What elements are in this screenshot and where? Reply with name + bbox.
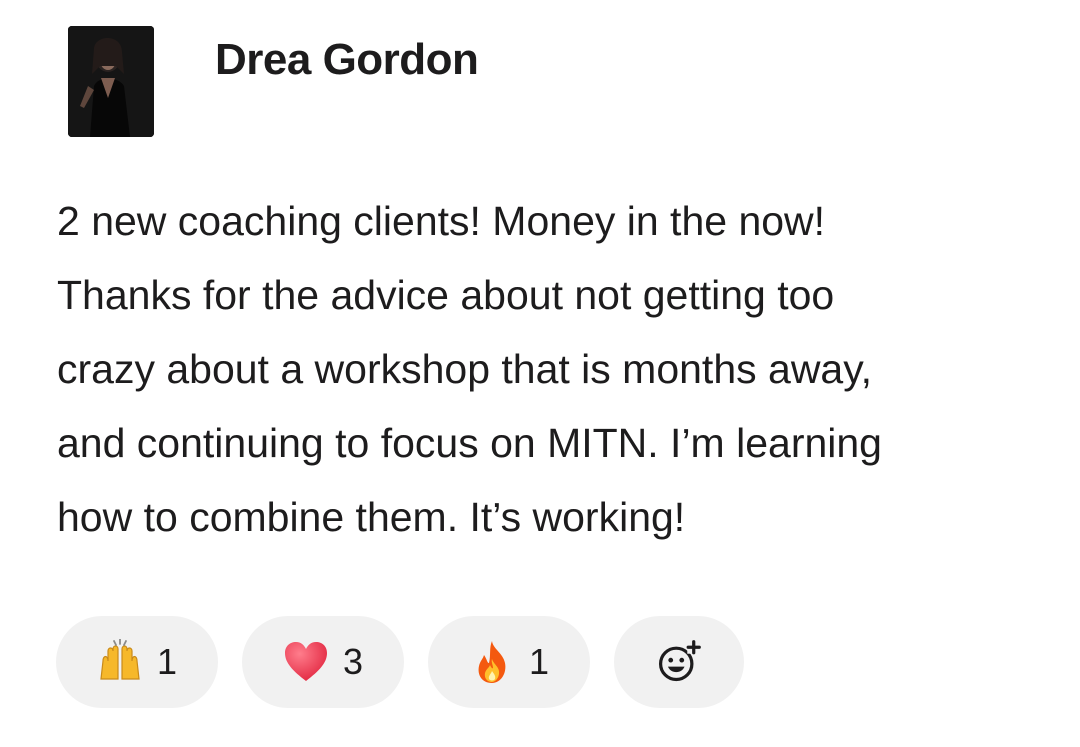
add-reaction-button[interactable]: [614, 616, 744, 708]
reactions-bar: 1 3 1: [56, 616, 744, 708]
reaction-count: 1: [156, 641, 178, 682]
reaction-count: 3: [342, 641, 364, 682]
avatar-photo: [68, 26, 154, 137]
author-name[interactable]: Drea Gordon: [215, 30, 479, 90]
avatar[interactable]: [68, 26, 154, 137]
add-reaction-icon: [656, 639, 702, 685]
reaction-fire[interactable]: 1: [428, 616, 590, 708]
raising-hands-icon: [97, 639, 143, 685]
fire-icon: [469, 639, 515, 685]
reaction-raising-hands[interactable]: 1: [56, 616, 218, 708]
red-heart-icon: [283, 639, 329, 685]
reaction-red-heart[interactable]: 3: [242, 616, 404, 708]
message-text: 2 new coaching clients! Money in the now…: [57, 198, 882, 540]
reaction-count: 1: [528, 641, 550, 682]
